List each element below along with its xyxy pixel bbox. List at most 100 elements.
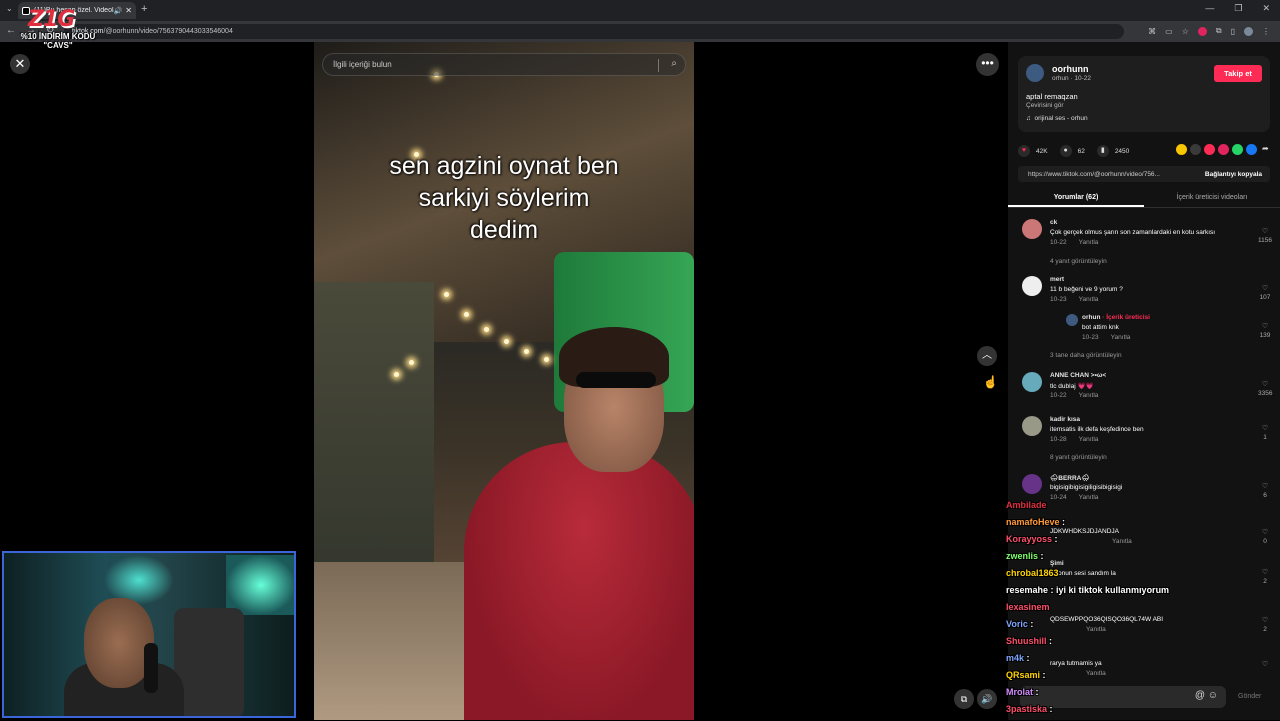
comment-like[interactable]: ♡ 1156 bbox=[1258, 227, 1272, 244]
related-search-input[interactable]: İlgili içeriği bulun ⌕ bbox=[322, 53, 686, 76]
comment-like[interactable]: ♡ 3356 bbox=[1258, 380, 1272, 397]
picture-in-picture-button[interactable]: ⧉ bbox=[954, 689, 974, 709]
comment-like[interactable]: ♡ 1 bbox=[1258, 424, 1272, 441]
comment-like-count: 3356 bbox=[1258, 390, 1273, 397]
comment-like[interactable]: ♡ 2 bbox=[1258, 616, 1272, 633]
address-bar[interactable]: tiktok.com/@oorhunn/video/75637904430335… bbox=[64, 24, 1124, 39]
comment-user[interactable]: kadir kısa bbox=[1050, 416, 1080, 423]
follow-button[interactable]: Takip et bbox=[1214, 65, 1262, 82]
commenter-avatar[interactable] bbox=[1022, 416, 1042, 436]
bookmark-star-icon[interactable]: ☆ bbox=[1182, 27, 1189, 36]
menu-kebab-icon[interactable]: ⋮ bbox=[1262, 27, 1270, 36]
comment-user[interactable]: ck bbox=[1050, 219, 1057, 226]
chat-message: zwenlis : bbox=[1006, 551, 1044, 561]
chat-user: Korayyoss bbox=[1006, 534, 1053, 544]
comment-like-count: 1156 bbox=[1258, 237, 1272, 244]
reply-like[interactable]: ♡ 139 bbox=[1258, 322, 1272, 339]
chat-message: m4k : bbox=[1006, 653, 1030, 663]
view-replies-link[interactable]: 4 yanıt görüntüleyin bbox=[1050, 258, 1107, 265]
comment-user[interactable]: 🌧BERRA🌧 bbox=[1050, 474, 1090, 482]
comment-like-count: 107 bbox=[1259, 294, 1271, 301]
comment-item: kadir kısa itemsatis ilk defa keşfedince… bbox=[1022, 416, 1272, 466]
chat-message: Shuushill : bbox=[1006, 636, 1052, 646]
comment-like-count: 1 bbox=[1263, 434, 1267, 441]
webcam-light bbox=[226, 555, 294, 615]
view-more-replies-link[interactable]: 3 tane daha görüntüleyin bbox=[1050, 352, 1122, 359]
chat-message: Ambilade bbox=[1006, 500, 1206, 517]
reply-link[interactable]: Yanıtla bbox=[1079, 436, 1099, 443]
author-avatar[interactable] bbox=[1026, 64, 1044, 82]
reply-link[interactable]: Yanıtla bbox=[1079, 392, 1099, 399]
reply-link[interactable]: Yanıtla bbox=[1079, 296, 1099, 303]
share-arrow-icon[interactable]: ➦ bbox=[1262, 144, 1269, 155]
author-username[interactable]: oorhunn bbox=[1052, 64, 1089, 74]
reply-avatar[interactable] bbox=[1066, 314, 1078, 326]
comment-like[interactable]: ♡ bbox=[1258, 660, 1272, 668]
sidebar-icon[interactable]: ▯ bbox=[1231, 27, 1235, 36]
ceiling-light bbox=[394, 372, 399, 377]
new-tab-button[interactable]: + bbox=[141, 3, 147, 15]
tab-search-icon[interactable]: ⌄ bbox=[6, 4, 13, 13]
comment-date: 10-23 bbox=[1050, 296, 1067, 303]
comment-stat[interactable]: ● 62 bbox=[1059, 145, 1085, 157]
previous-video-button[interactable]: ︿ bbox=[977, 346, 997, 366]
view-replies-link[interactable]: 8 yanıt görüntüleyin bbox=[1050, 454, 1107, 461]
video-caption: sen agzini oynat ben sarkiyi söylerim de… bbox=[314, 150, 694, 246]
facebook-messenger-icon[interactable] bbox=[1218, 144, 1229, 155]
more-options-button[interactable]: ••• bbox=[976, 53, 999, 76]
commenter-avatar[interactable] bbox=[1022, 276, 1042, 296]
copy-link-button[interactable]: Bağlantıyı kopyala bbox=[1197, 171, 1270, 178]
volume-button[interactable]: 🔊 bbox=[977, 689, 997, 709]
music-row[interactable]: ♫ orijinal ses - orhun bbox=[1026, 115, 1088, 122]
microphone bbox=[144, 643, 158, 693]
repost-icon[interactable] bbox=[1176, 144, 1187, 155]
video-player[interactable]: sen agzini oynat ben sarkiyi söylerim de… bbox=[314, 42, 694, 720]
author-meta: orhun · 10-22 bbox=[1052, 75, 1092, 82]
caption-line: dedim bbox=[469, 216, 539, 244]
search-icon[interactable]: ⌕ bbox=[671, 58, 677, 69]
embed-icon[interactable] bbox=[1190, 144, 1201, 155]
close-window-button[interactable]: ✕ bbox=[1262, 3, 1270, 14]
tab-close-icon[interactable]: ✕ bbox=[125, 6, 132, 15]
maximize-button[interactable]: ❐ bbox=[1234, 3, 1242, 14]
audio-icon[interactable]: 🔊 bbox=[114, 7, 123, 15]
chat-user: m4k bbox=[1006, 653, 1025, 663]
facebook-icon[interactable] bbox=[1246, 144, 1257, 155]
tab-comments[interactable]: Yorumlar (62) bbox=[1008, 188, 1144, 207]
comment-like[interactable]: ♡ 6 bbox=[1258, 482, 1272, 499]
emoji-icon[interactable]: ☺ bbox=[1208, 690, 1218, 701]
puzzle-icon[interactable]: ⧉ bbox=[1216, 26, 1222, 36]
minimize-button[interactable]: — bbox=[1205, 3, 1214, 14]
chat-user: 3pastiska bbox=[1006, 704, 1048, 714]
cast-icon[interactable]: ▭ bbox=[1165, 27, 1173, 36]
comment-like[interactable]: ♡ 0 bbox=[1258, 528, 1272, 545]
comment-user[interactable]: ANNE CHAN >•ω< bbox=[1050, 372, 1106, 379]
translate-icon[interactable]: ⌘ bbox=[1148, 27, 1156, 36]
send-icon[interactable] bbox=[1204, 144, 1215, 155]
comment-like[interactable]: ♡ 107 bbox=[1258, 284, 1272, 301]
extension-icon[interactable] bbox=[1197, 26, 1207, 36]
send-button[interactable]: Gönder bbox=[1238, 693, 1261, 700]
share-icons: ➦ bbox=[1176, 144, 1269, 155]
commenter-avatar[interactable] bbox=[1022, 372, 1042, 392]
divider bbox=[658, 59, 659, 72]
reply-link[interactable]: Yanıtla bbox=[1079, 239, 1099, 246]
heart-icon: ♥ bbox=[1018, 145, 1030, 157]
reply-user[interactable]: orhun · İçerik üreticisi bbox=[1082, 314, 1150, 321]
save-count: 2450 bbox=[1114, 147, 1130, 155]
video-link[interactable]: https://www.tiktok.com/@oorhunn/video/75… bbox=[1018, 171, 1197, 178]
comment-user[interactable]: mert bbox=[1050, 276, 1064, 283]
translate-link[interactable]: Çevirisini gör bbox=[1026, 102, 1064, 109]
like-stat[interactable]: ♥ 42K bbox=[1018, 145, 1048, 157]
profile-avatar[interactable] bbox=[1244, 26, 1253, 36]
save-stat[interactable]: ▮ 2450 bbox=[1096, 145, 1130, 157]
reply-link[interactable]: Yanıtla bbox=[1111, 334, 1131, 341]
close-video-button[interactable]: ✕ bbox=[10, 54, 30, 74]
chat-user: QRsami bbox=[1006, 670, 1041, 680]
whatsapp-icon[interactable] bbox=[1232, 144, 1243, 155]
commenter-avatar[interactable] bbox=[1022, 219, 1042, 239]
tab-creator-videos[interactable]: İçerik üreticisi videoları bbox=[1144, 188, 1280, 207]
back-button[interactable]: ← bbox=[6, 25, 16, 36]
comment-like[interactable]: ♡ 2 bbox=[1258, 568, 1272, 585]
commenter-avatar[interactable] bbox=[1022, 474, 1042, 494]
